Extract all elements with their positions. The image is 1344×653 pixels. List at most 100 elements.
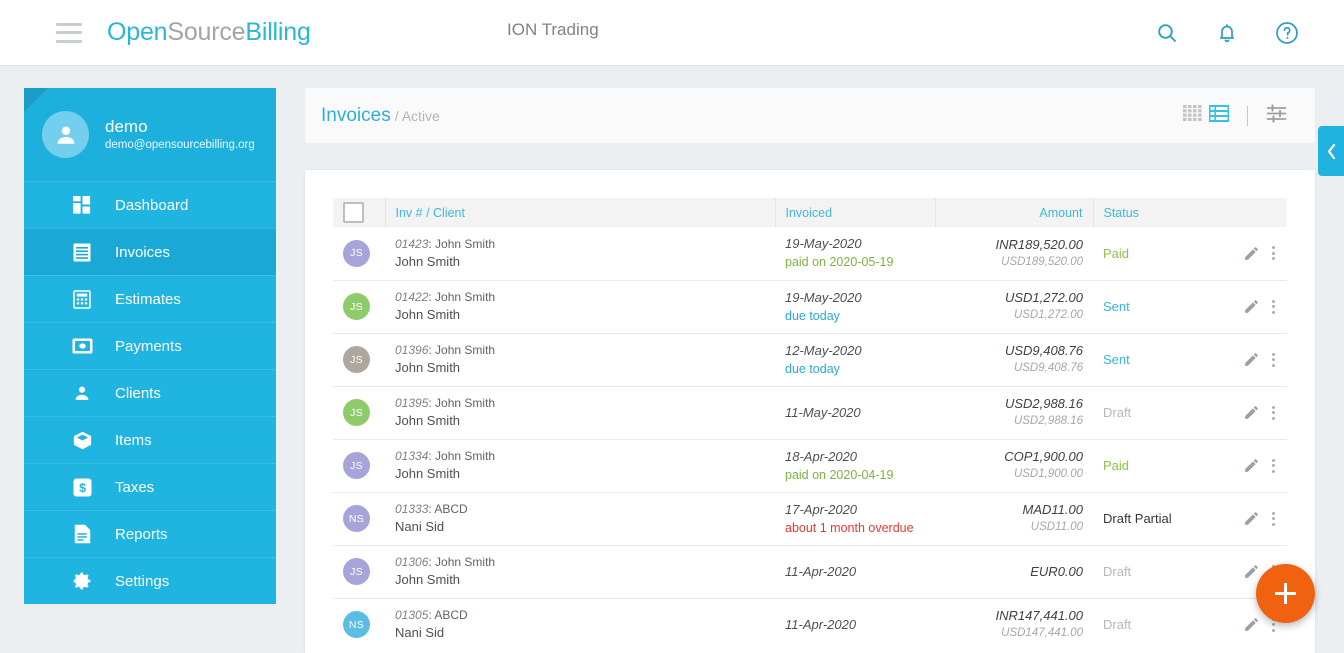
- pencil-icon[interactable]: [1243, 616, 1260, 633]
- select-all-checkbox[interactable]: [343, 202, 364, 223]
- client-name: John Smith: [395, 360, 461, 375]
- row-invoiced-cell: 19-May-2020 due today: [775, 280, 935, 334]
- table-row[interactable]: NS 01333: ABCD Nani Sid 17-Apr-2020 about 1 …: [333, 492, 1287, 546]
- sidebar-item-label: Payments: [115, 337, 182, 355]
- app-logo[interactable]: OpenSourceBilling: [107, 18, 311, 47]
- pencil-icon[interactable]: [1243, 298, 1260, 315]
- content-header: Invoices / Active: [305, 88, 1315, 143]
- sidebar-item-label: Estimates: [115, 290, 181, 308]
- sidebar-item-reports[interactable]: Reports: [24, 510, 276, 557]
- table-row[interactable]: NS 01305: ABCD Nani Sid 11-Apr-2020 INR147,4…: [333, 598, 1287, 651]
- table-row[interactable]: JS 01422: John Smith John Smith 19-May-2020…: [333, 280, 1287, 334]
- row-actions: [1243, 457, 1277, 475]
- sidebar-user-block[interactable]: demo demo@opensourcebilling.org: [24, 88, 276, 181]
- calculator-icon: [71, 288, 93, 310]
- row-amount-cell: INR189,520.00 USD189,520.00: [935, 227, 1093, 281]
- row-invoice-client-cell: 01306: John Smith John Smith: [385, 545, 775, 599]
- sidebar-item-dashboard[interactable]: Dashboard: [24, 181, 276, 228]
- table-row[interactable]: JS 01334: John Smith John Smith 18-Apr-2020…: [333, 439, 1287, 493]
- col-select: [333, 198, 386, 227]
- status-badge: Sent: [1103, 352, 1130, 367]
- status-badge: Draft: [1103, 564, 1132, 579]
- breadcrumb-active: / Active: [394, 107, 440, 124]
- pencil-icon[interactable]: [1243, 510, 1260, 527]
- search-icon[interactable]: [1154, 20, 1180, 46]
- amount-primary: EUR0.00: [1030, 563, 1083, 579]
- invoices-table: Inv # / Client Invoiced Amount Status JS…: [333, 198, 1287, 651]
- plus-icon: [1275, 583, 1296, 604]
- col-invoice-client[interactable]: Inv # / Client: [385, 198, 776, 227]
- more-vertical-icon[interactable]: [1270, 404, 1277, 422]
- grid-view-icon[interactable]: [1183, 105, 1202, 126]
- sidebar-item-payments[interactable]: Payments: [24, 322, 276, 369]
- table-row[interactable]: JS 01423: John Smith John Smith 19-May-2020…: [333, 227, 1287, 281]
- invoice-number-line: 01334: John Smith: [395, 449, 496, 463]
- box-icon: [71, 429, 93, 451]
- avatar: JS: [343, 239, 370, 267]
- add-invoice-button[interactable]: [1256, 564, 1315, 623]
- sidebar-item-clients[interactable]: Clients: [24, 369, 276, 416]
- col-invoiced[interactable]: Invoiced: [775, 198, 936, 227]
- more-vertical-icon[interactable]: [1270, 244, 1277, 262]
- amount-primary: USD2,988.16: [1004, 396, 1083, 411]
- invoice-date-note: paid on 2020-05-19: [785, 255, 894, 270]
- page-title[interactable]: Invoices: [321, 105, 391, 126]
- payment-icon: [71, 335, 93, 357]
- sidebar-item-settings[interactable]: Settings: [24, 557, 276, 604]
- sidebar-item-invoices[interactable]: Invoices: [24, 228, 276, 275]
- logo-part-billing: Billing: [245, 18, 311, 46]
- invoice-number-line: 01423: John Smith: [395, 236, 496, 251]
- pencil-icon[interactable]: [1243, 457, 1260, 474]
- dollar-icon: $: [71, 476, 93, 498]
- row-amount-cell: MAD11.00 USD11.00: [935, 492, 1093, 546]
- sidebar-item-estimates[interactable]: Estimates: [24, 275, 276, 322]
- row-actions: [1243, 510, 1277, 528]
- pencil-icon[interactable]: [1243, 351, 1260, 368]
- pencil-icon[interactable]: [1243, 245, 1260, 262]
- status-badge: Draft: [1103, 405, 1132, 420]
- table-row[interactable]: JS 01306: John Smith John Smith 11-Apr-2020…: [333, 545, 1287, 599]
- help-icon[interactable]: [1274, 20, 1300, 46]
- table-row[interactable]: JS 01396: John Smith John Smith 12-May-2020…: [333, 333, 1287, 387]
- avatar: JS: [343, 293, 370, 320]
- invoice-date-note: due today: [785, 361, 840, 376]
- row-amount-cell: INR147,441.00 USD147,441.00: [935, 598, 1093, 651]
- sidebar-item-taxes[interactable]: $ Taxes: [24, 463, 276, 510]
- row-status-cell: Draft Partial: [1093, 492, 1287, 546]
- invoice-number-line: 01396: John Smith: [395, 343, 496, 357]
- sidebar-nav: Dashboard Invoices Estimates Payments Cl…: [24, 181, 276, 604]
- row-status-cell: Paid: [1093, 227, 1287, 281]
- table-row[interactable]: JS 01395: John Smith John Smith 11-May-2020…: [333, 386, 1287, 440]
- row-invoice-client-cell: 01333: ABCD Nani Sid: [385, 492, 775, 546]
- company-name: ION Trading: [507, 20, 599, 39]
- pencil-icon[interactable]: [1243, 563, 1260, 580]
- panel-collapse-toggle[interactable]: [1318, 126, 1344, 176]
- bell-icon[interactable]: [1214, 20, 1240, 46]
- col-status[interactable]: Status: [1093, 198, 1287, 227]
- more-vertical-icon[interactable]: [1270, 457, 1277, 475]
- row-invoiced-cell: 11-Apr-2020: [775, 545, 935, 599]
- row-amount-cell: USD2,988.16 USD2,988.16: [935, 386, 1093, 440]
- person-icon: [71, 382, 93, 404]
- row-amount-cell: USD1,272.00 USD1,272.00: [935, 280, 1093, 334]
- status-badge: Paid: [1103, 458, 1130, 473]
- more-vertical-icon[interactable]: [1270, 510, 1277, 528]
- row-amount-cell: COP1,900.00 USD1,900.00: [935, 439, 1093, 493]
- more-vertical-icon[interactable]: [1270, 351, 1277, 369]
- amount-primary: COP1,900.00: [1004, 449, 1083, 464]
- col-amount[interactable]: Amount: [935, 198, 1094, 227]
- more-vertical-icon[interactable]: [1270, 298, 1277, 316]
- row-avatar-cell: NS: [333, 492, 385, 546]
- sidebar-item-items[interactable]: Items: [24, 416, 276, 463]
- row-avatar-cell: JS: [333, 333, 385, 387]
- hamburger-icon[interactable]: [56, 22, 82, 43]
- list-view-icon[interactable]: [1209, 104, 1229, 127]
- sidebar-item-label: Invoices: [115, 243, 171, 261]
- logo-part-open: Open: [107, 18, 168, 46]
- pencil-icon[interactable]: [1243, 404, 1260, 421]
- amount-usd: USD147,441.00: [1001, 627, 1083, 640]
- document-icon: [71, 523, 93, 545]
- filter-settings-icon[interactable]: [1266, 103, 1287, 128]
- status-badge: Sent: [1103, 299, 1130, 314]
- row-actions: [1243, 351, 1277, 369]
